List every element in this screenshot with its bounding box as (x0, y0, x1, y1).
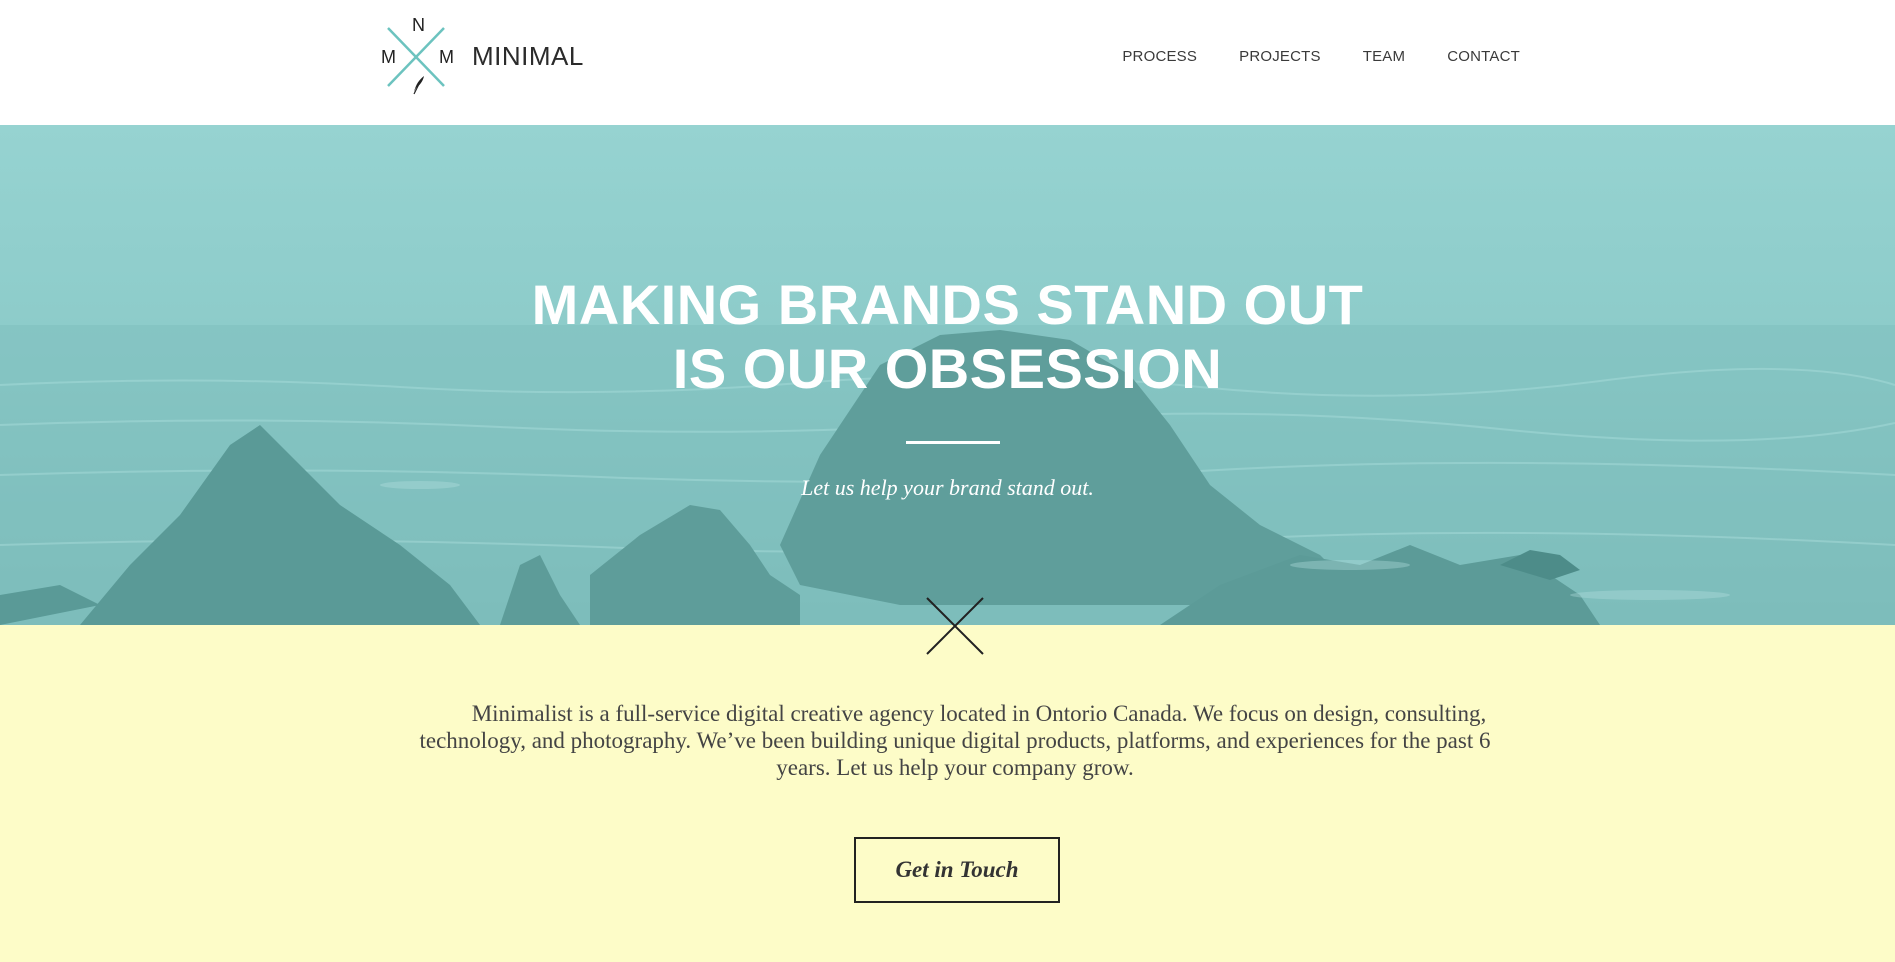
feather-icon (413, 76, 424, 95)
hero-section: MAKING BRANDS STAND OUT IS OUR OBSESSION… (0, 125, 1895, 625)
x-divider-icon (926, 597, 984, 655)
about-section: Minimalist is a full-service digital cre… (0, 625, 1895, 962)
nav-item-projects[interactable]: PROJECTS (1239, 48, 1321, 65)
compass-x-icon: N M M (378, 14, 458, 98)
nav-item-process[interactable]: PROCESS (1122, 48, 1197, 65)
main-nav: PROCESS PROJECTS TEAM CONTACT (1122, 48, 1520, 65)
compass-west-letter: M (381, 47, 396, 67)
hero-title-line-1: MAKING BRANDS STAND OUT (531, 273, 1364, 336)
nav-item-team[interactable]: TEAM (1363, 48, 1405, 65)
brand-name: MINIMAL (472, 40, 584, 71)
compass-east-letter: M (439, 47, 454, 67)
logo-link[interactable]: N M M MINIMAL (378, 14, 584, 98)
about-description: Minimalist is a full-service digital cre… (419, 701, 1491, 780)
hero-divider-rule (906, 441, 1000, 444)
get-in-touch-button[interactable]: Get in Touch (854, 837, 1060, 903)
nav-item-contact[interactable]: CONTACT (1447, 48, 1520, 65)
hero-title: MAKING BRANDS STAND OUT IS OUR OBSESSION (0, 273, 1895, 401)
hero-title-line-2: IS OUR OBSESSION (672, 337, 1223, 400)
site-header: N M M MINIMAL PROCESS PROJECTS TEAM CONT… (0, 0, 1895, 125)
compass-north-letter: N (412, 15, 425, 35)
hero-subtitle: Let us help your brand stand out. (801, 475, 1094, 500)
